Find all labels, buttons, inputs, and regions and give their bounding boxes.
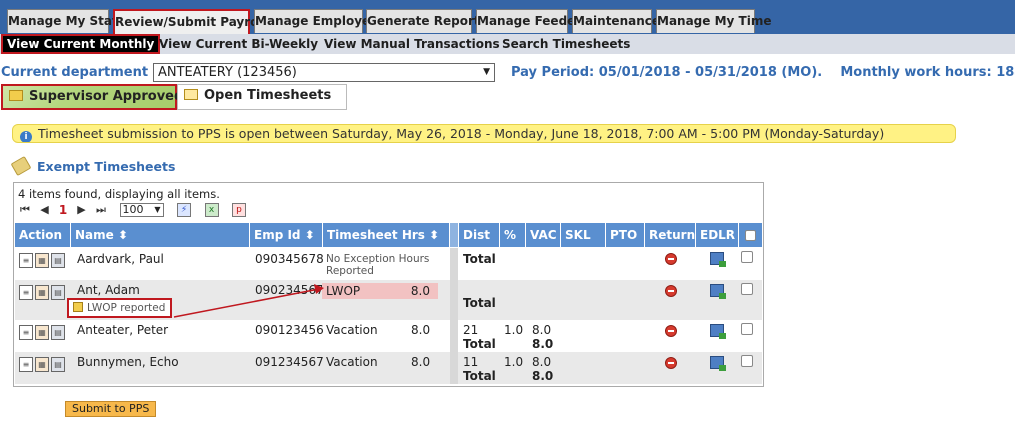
tab-review-submit-payroll[interactable]: Review/Submit Payroll [113, 9, 267, 34]
tab-maintenance[interactable]: Maintenance [572, 9, 660, 33]
pay-period-text: Pay Period: 05/01/2018 - 05/31/2018 (MO)… [511, 65, 823, 80]
subnav-view-manual-transactions[interactable]: View Manual Transactions [324, 37, 500, 51]
pay-period-info: Pay Period: 05/01/2018 - 05/31/2018 (MO)… [511, 65, 1015, 80]
tab-open-timesheets-label: Open Timesheets [204, 88, 332, 103]
subnav-view-current-monthly[interactable]: View Current Monthly [1, 34, 161, 54]
subnav-view-current-biweekly[interactable]: View Current Bi-Weekly [159, 37, 318, 51]
tab-open-timesheets[interactable]: Open Timesheets [177, 84, 347, 110]
tab-manage-my-time[interactable]: Manage My Time [656, 9, 771, 33]
submit-to-pps-button[interactable]: Submit to PPS [65, 401, 157, 417]
tab-generate-reports[interactable]: Generate Reports [366, 9, 487, 33]
section-title-text: Exempt Timesheets [37, 159, 176, 174]
tab-manage-employee[interactable]: Manage Employee [254, 9, 378, 33]
tab-manage-feeder[interactable]: Manage Feeder [476, 9, 581, 33]
top-nav: Manage My Staff Review/Submit Payroll Ma… [0, 0, 1015, 34]
department-label: Current department is [1, 65, 165, 80]
info-banner: i Timesheet submission to PPS is open bet… [12, 124, 956, 143]
section-title: Exempt Timesheets [10, 155, 176, 177]
folder-open-icon [184, 89, 198, 100]
tag-icon [10, 155, 32, 177]
tab-supervisor-approved[interactable]: Supervisor Approved [1, 84, 183, 110]
folder-icon [9, 90, 23, 101]
work-hours-text: Monthly work hours: 184. [840, 65, 1015, 80]
annotation-arrow [173, 284, 324, 318]
tab-manage-my-staff[interactable]: Manage My Staff [7, 9, 122, 33]
sub-nav: View Current Monthly View Current Bi-Wee… [0, 34, 1015, 54]
info-icon: i [20, 131, 32, 142]
tab-supervisor-approved-label: Supervisor Approved [29, 89, 184, 104]
subnav-search-timesheets[interactable]: Search Timesheets [502, 37, 630, 51]
chevron-down-icon: ▼ [483, 67, 490, 77]
department-select[interactable]: ANTEATERY (123456) ▼ [153, 63, 495, 82]
department-selected-value: ANTEATERY (123456) [158, 65, 297, 80]
banner-text: Timesheet submission to PPS is open betw… [38, 126, 885, 141]
timesheets-panel: 4 items found, displaying all items. ⏮ ◀… [13, 182, 764, 387]
